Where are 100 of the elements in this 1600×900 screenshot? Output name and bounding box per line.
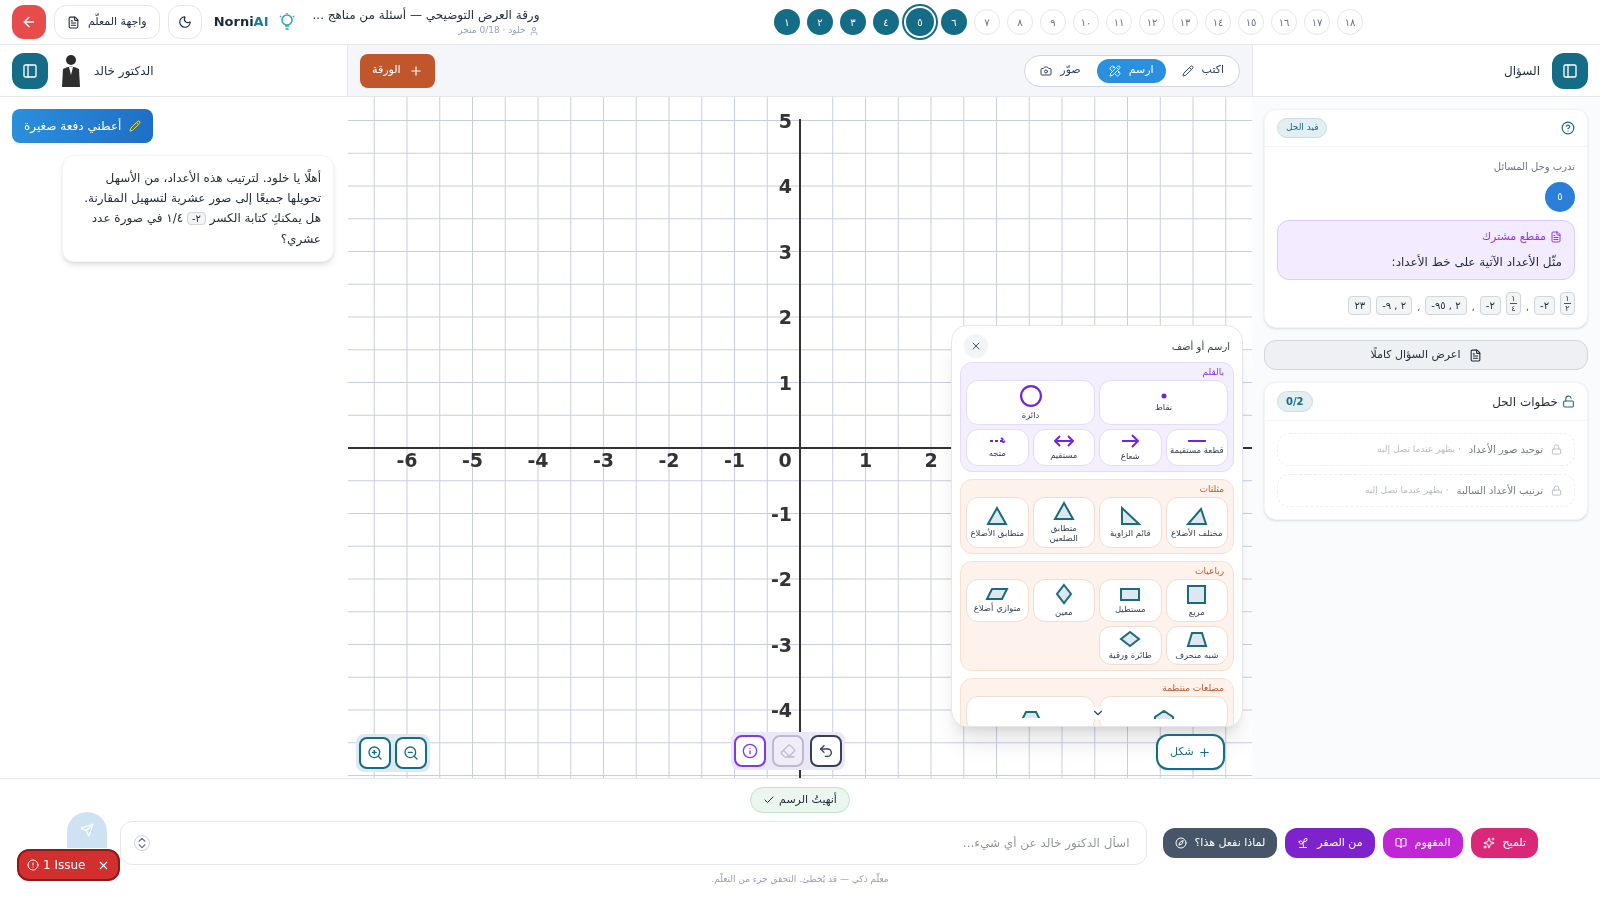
mode-tab[interactable]: ارسم bbox=[1096, 58, 1166, 83]
step-hint: · يظهر عندما تصل إليه bbox=[1364, 483, 1449, 497]
step-button[interactable]: ٢ bbox=[807, 9, 833, 35]
step-button[interactable]: ٤ bbox=[873, 9, 899, 35]
step-button[interactable]: ١١ bbox=[1106, 9, 1132, 35]
shape-option[interactable]: معين bbox=[1032, 579, 1095, 622]
nudge-button[interactable]: أعطني دفعة صغيرة bbox=[12, 109, 154, 143]
shape-option[interactable]: مستطيل bbox=[1099, 579, 1162, 622]
shape-option[interactable]: مختلف الأضلاع bbox=[1165, 497, 1228, 548]
line-icon bbox=[1053, 435, 1074, 447]
close-button[interactable] bbox=[964, 334, 988, 358]
shape-option[interactable]: نقاط bbox=[1099, 380, 1228, 425]
shape-option[interactable]: شعاع bbox=[1099, 429, 1162, 466]
question-number: ٥ bbox=[1545, 181, 1575, 212]
section-title: مضلعات منتظمة bbox=[1161, 682, 1225, 694]
question-heading: السؤال bbox=[1504, 62, 1540, 80]
step-title: توحيد صور الأعداد bbox=[1468, 442, 1543, 457]
panel-icon bbox=[22, 62, 38, 79]
document-icon bbox=[67, 15, 80, 29]
back-button[interactable] bbox=[12, 5, 46, 39]
step-button[interactable]: ٩ bbox=[1040, 9, 1066, 35]
axis-label: -2 bbox=[658, 449, 680, 471]
step-button[interactable]: ٥ bbox=[906, 8, 934, 36]
isosceles-icon bbox=[1053, 502, 1074, 520]
ruler-icon bbox=[1108, 64, 1121, 77]
lightbulb-icon bbox=[276, 12, 297, 32]
shape-option[interactable]: متطابق الأضلاع bbox=[966, 497, 1029, 548]
step-button[interactable]: ١ bbox=[774, 9, 800, 35]
circle-icon bbox=[1019, 385, 1042, 407]
document-icon bbox=[1468, 348, 1482, 362]
action-button[interactable]: تلميح bbox=[1470, 828, 1538, 858]
step-button[interactable]: ١٧ bbox=[1304, 9, 1330, 35]
chat-message: أهلًا يا خلود. لترتيب هذه الأعداد، من الأسهل تحويلها جميعًا إلى صور عشرية لتسهيل المقارنة. هل يمكنكِ كتابة الكسر -٢ ١/٤ في صورة عدد عشري؟ bbox=[83, 168, 321, 249]
number-chip: -٢ , ٩ bbox=[1376, 296, 1413, 315]
shape-option[interactable]: متوازي أضلاع bbox=[966, 579, 1029, 622]
shape-option[interactable]: متطابق الضلعين bbox=[1032, 497, 1095, 548]
sheet-subtitle: خلود · 0/18 متجر bbox=[458, 24, 526, 38]
info-icon bbox=[742, 743, 758, 759]
panel-title: ارسم أو أضف bbox=[1171, 339, 1230, 354]
sprout-icon bbox=[1297, 837, 1310, 849]
pencil-icon bbox=[1181, 64, 1194, 77]
step-button[interactable]: ١٤ bbox=[1205, 9, 1231, 35]
axis-label: 1 bbox=[858, 449, 873, 471]
tutor-name: الدكتور خالد bbox=[94, 62, 154, 80]
moon-icon bbox=[177, 15, 192, 29]
step-button[interactable]: ٧ bbox=[974, 9, 1000, 35]
axis-label: 2 bbox=[778, 306, 792, 328]
lock-icon bbox=[1551, 485, 1562, 496]
rhombus-icon bbox=[1055, 584, 1072, 604]
step-button[interactable]: ١٣ bbox=[1172, 9, 1198, 35]
chevron-down-icon[interactable] bbox=[1091, 706, 1105, 720]
number-chip: -٢ bbox=[1534, 296, 1555, 315]
step-button[interactable]: ٨ bbox=[1007, 9, 1033, 35]
drawing-done-chip[interactable]: أنهيتُ الرسم bbox=[750, 787, 850, 813]
send-icon bbox=[80, 823, 94, 837]
shape-option[interactable]: طائرة ورقية bbox=[1099, 626, 1162, 665]
show-full-question-button[interactable]: اعرض السؤال كاملًا bbox=[1264, 340, 1588, 370]
action-button[interactable]: لماذا نفعل هذا؟ bbox=[1162, 828, 1278, 858]
zoom-in-button[interactable] bbox=[359, 737, 391, 769]
steps-title: خطوات الحل bbox=[1492, 393, 1558, 411]
axis-label: 1 bbox=[778, 371, 792, 394]
panel-toggle-button[interactable] bbox=[12, 52, 48, 89]
shape-option[interactable]: دائرة bbox=[966, 380, 1095, 425]
ray-icon bbox=[1121, 434, 1140, 448]
step-button[interactable]: ١٥ bbox=[1238, 9, 1264, 35]
sheet-button[interactable]: الورقة bbox=[360, 53, 435, 88]
check-icon bbox=[763, 794, 776, 806]
vector-icon bbox=[988, 437, 1006, 445]
action-button[interactable]: المفهوم bbox=[1382, 828, 1463, 858]
disclaimer: معلّم ذكي — قد يُخطئ. التحقق جزء من التعلّم. bbox=[711, 873, 889, 887]
issue-toast[interactable]: 1 Issue bbox=[17, 849, 121, 881]
shape-option[interactable]: مستقيم bbox=[1032, 429, 1095, 466]
fraction: ١ ٢ bbox=[1560, 292, 1575, 315]
axis-label: 3 bbox=[778, 240, 792, 263]
shape-option[interactable]: متجه bbox=[966, 429, 1029, 466]
info-button[interactable] bbox=[734, 735, 766, 767]
number-chip: -٢ , ٩٥ bbox=[1425, 296, 1467, 315]
shape-option[interactable]: مربع bbox=[1165, 579, 1228, 622]
step-button[interactable]: ٣ bbox=[840, 9, 866, 35]
shape-option[interactable]: قائم الزاوية bbox=[1099, 497, 1162, 548]
axis-label: 4 bbox=[778, 175, 792, 197]
separator: ، bbox=[1525, 301, 1529, 315]
progress-badge: 0/2 bbox=[1277, 391, 1313, 412]
step-button[interactable]: ١٢ bbox=[1139, 9, 1165, 35]
action-button[interactable]: من الصفر bbox=[1285, 828, 1375, 858]
help-icon[interactable] bbox=[1561, 120, 1575, 135]
step-button[interactable]: ١٠ bbox=[1073, 9, 1099, 35]
step-button[interactable]: ١٦ bbox=[1271, 9, 1297, 35]
step-button[interactable]: ٦ bbox=[941, 9, 967, 35]
add-shape-button[interactable]: شكل bbox=[1156, 734, 1225, 770]
undo-button[interactable] bbox=[810, 735, 842, 767]
axis-label: -3 bbox=[592, 449, 615, 471]
teacher-button[interactable]: واجهة المعلّم bbox=[54, 5, 160, 39]
shape-option[interactable]: قطعة مستقيمة bbox=[1165, 429, 1228, 466]
step-button[interactable]: ١٨ bbox=[1337, 9, 1363, 35]
panel-toggle-button[interactable] bbox=[1552, 52, 1588, 89]
kite-icon bbox=[1120, 631, 1141, 647]
shape-option[interactable]: شبه منحرف bbox=[1165, 626, 1228, 665]
theme-button[interactable] bbox=[167, 5, 202, 39]
zoom-out-button[interactable] bbox=[395, 737, 427, 769]
